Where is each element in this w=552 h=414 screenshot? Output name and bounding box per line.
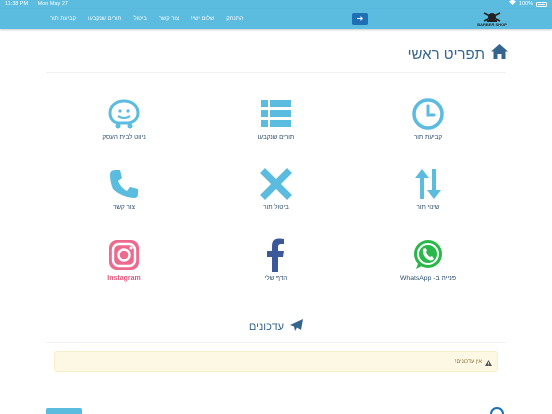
whatsapp-icon (414, 240, 442, 269)
tile-cancel-appointment[interactable]: ביטול תור (221, 167, 331, 211)
bottom-circle-icon[interactable] (490, 407, 504, 414)
tile-change-appointment[interactable]: שינוי תור (373, 167, 483, 211)
tile-waze-label: ניווט לבית העסק (102, 134, 146, 141)
nav-link-cancel[interactable]: ביטול (134, 16, 147, 22)
clock-icon (412, 98, 444, 130)
warning-icon (485, 353, 492, 371)
updates-heading: עדכונים (0, 318, 552, 336)
tile-waze[interactable]: ניווט לבית העסק (69, 97, 179, 141)
tile-change-label: שינוי תור (416, 204, 440, 211)
nav-link-appointments[interactable]: תורים שנקבעו (88, 16, 122, 22)
nav-links: קביעת תור תורים שנקבעו ביטול צור קשר שלו… (50, 9, 244, 29)
home-icon (491, 44, 508, 64)
nav-link-book[interactable]: קביעת תור (50, 16, 76, 22)
bottom-action-button[interactable] (46, 408, 82, 414)
logo-text: BARBER SHOP (477, 22, 507, 27)
battery-percent: 100% (518, 1, 533, 7)
instagram-icon (109, 240, 139, 270)
status-date: Mon May 27 (37, 1, 68, 7)
phone-icon (110, 170, 138, 198)
updates-empty-text: אין עדכונים! (455, 358, 482, 365)
status-bar: 11:38 PM Mon May 27 100% (0, 0, 552, 9)
nav-link-contact[interactable]: צור קשר (159, 16, 179, 22)
paper-plane-icon (290, 318, 304, 336)
tile-instagram-label: Instagram (107, 275, 141, 282)
arrow-right-icon: ➜ (356, 14, 364, 23)
tile-book-label: קביעת תור (413, 134, 443, 141)
tile-contact[interactable]: צור קשר (69, 167, 179, 211)
tile-instagram[interactable]: Instagram (69, 238, 179, 282)
tile-my-appointments[interactable]: תורים שנקבעו (221, 97, 331, 141)
facebook-icon (267, 238, 284, 272)
updates-notice: אין עדכונים! (54, 351, 498, 372)
updates-divider (46, 342, 506, 343)
page-title: תפריט ראשי (408, 44, 508, 64)
list-icon (261, 100, 291, 127)
nav-greeting: שלום ישי! (191, 16, 215, 22)
tile-facebook-label: הדף שלי (264, 275, 288, 282)
updates-title: עדכונים (248, 321, 285, 333)
page-title-text: תפריט ראשי (407, 45, 485, 63)
status-time: 11:38 PM (5, 1, 29, 7)
waze-icon (108, 99, 140, 129)
wifi-icon (508, 0, 516, 9)
barber-shop-logo[interactable]: BARBER SHOP (474, 11, 510, 28)
tile-whatsapp[interactable]: פנייה ב- WhatsApp (373, 238, 483, 282)
nav-link-logout[interactable]: התנתק (226, 16, 243, 22)
tile-appointments-label: תורים שנקבעו (257, 134, 295, 141)
x-icon (260, 168, 292, 200)
tile-cancel-label: ביטול תור (263, 204, 289, 211)
title-divider (46, 72, 506, 73)
logout-button[interactable]: ➜ (352, 13, 368, 25)
tile-book-appointment[interactable]: קביעת תור (373, 97, 483, 141)
battery-icon (536, 2, 547, 7)
swap-arrows-icon (415, 169, 441, 199)
top-navbar: קביעת תור תורים שנקבעו ביטול צור קשר שלו… (0, 9, 552, 29)
tile-facebook[interactable]: הדף שלי (221, 238, 331, 282)
tile-contact-label: צור קשר (113, 204, 135, 211)
tile-whatsapp-label: פנייה ב- WhatsApp (400, 275, 456, 282)
